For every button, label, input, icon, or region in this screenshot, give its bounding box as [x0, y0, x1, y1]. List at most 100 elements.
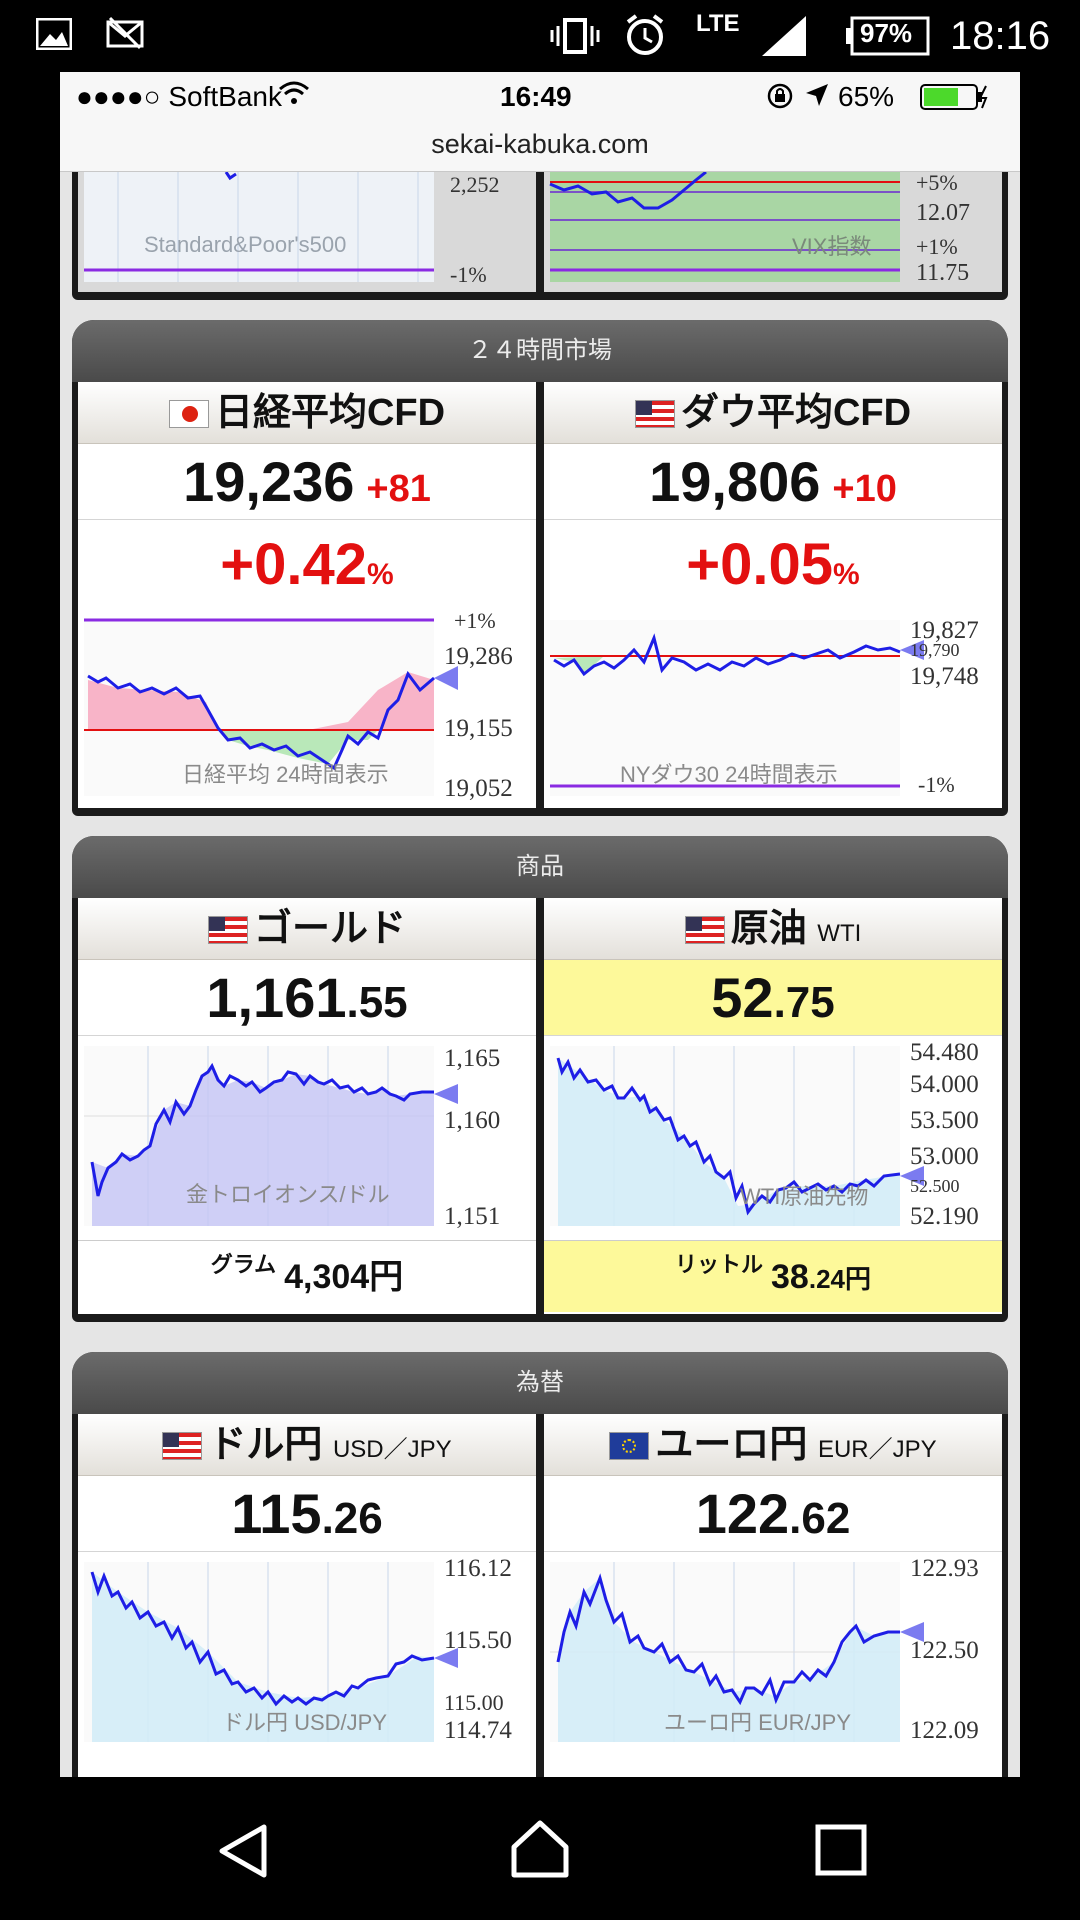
ios-clock: 16:49 — [500, 81, 572, 112]
card-sp500[interactable]: Standard&Poor's500 2,252 -1% — [78, 171, 536, 292]
back-icon — [219, 1824, 267, 1878]
svg-text:115.00: 115.00 — [444, 1690, 504, 1715]
usa-flag-icon — [684, 916, 725, 944]
android-status-bar: LTE 97% 18:16 — [0, 0, 1080, 72]
svg-text:54.000: 54.000 — [910, 1071, 979, 1098]
section-title-24h: ２４時間市場 — [72, 320, 1008, 382]
svg-text:52.500: 52.500 — [910, 1176, 960, 1196]
dow-cfd-change: +10 — [832, 468, 897, 510]
card-dow-cfd[interactable]: ダウ平均CFD 19,806 +10 +0.05% NYダウ30 24時間表示 … — [544, 382, 1002, 808]
dow-cfd-chart: NYダウ30 24時間表示 19,827 19,790 19,748 -1% — [544, 610, 1002, 806]
section-title-fx: 為替 — [72, 1352, 1008, 1414]
usdjpy-title: ドル円 USD／JPY — [78, 1414, 536, 1476]
dow-cfd-price: 19,806 +10 — [544, 444, 1002, 520]
section-24h-market: ２４時間市場 日経平均CFD 19,236 +81 +0.42% 日経平均 24… — [72, 320, 1008, 816]
gold-title: ゴールド — [78, 898, 536, 960]
svg-text:1,165: 1,165 — [444, 1045, 500, 1072]
svg-text:19,790: 19,790 — [910, 640, 960, 660]
gold-unit-price: グラム 4,304円 — [78, 1240, 536, 1312]
recents-icon — [815, 1824, 867, 1876]
svg-text:12.07: 12.07 — [916, 200, 970, 226]
dow-cfd-percent: +0.05% — [686, 532, 860, 597]
svg-text:53.500: 53.500 — [910, 1107, 979, 1134]
nikkei-cfd-chart: 日経平均 24時間表示 +1% 19,286 19,155 19,052 — [78, 610, 536, 806]
svg-text:19,286: 19,286 — [444, 643, 513, 670]
battery-percent: 97% — [860, 18, 913, 48]
android-clock: 18:16 — [950, 14, 1051, 58]
gallery-icon — [35, 17, 73, 55]
crude-oil-unit-price: リットル 38.24円 — [544, 1240, 1002, 1312]
nikkei-cfd-percent: +0.42% — [220, 532, 394, 597]
svg-text:122.50: 122.50 — [910, 1637, 979, 1664]
svg-text:+5%: +5% — [916, 172, 958, 195]
section-fx: 為替 ドル円 USD／JPY 115.26 ドル円 USD/JPY 116.12… — [72, 1352, 1008, 1777]
svg-text:19,155: 19,155 — [444, 715, 513, 742]
ios-battery-percent: 65% — [838, 81, 895, 112]
svg-text:1,151: 1,151 — [444, 1203, 500, 1230]
usa-flag-icon — [634, 400, 675, 428]
eu-flag-icon — [609, 1432, 650, 1460]
svg-text:+1%: +1% — [916, 234, 958, 259]
chart-sp500: Standard&Poor's500 2,252 -1% — [84, 171, 500, 287]
eurjpy-watermark: ユーロ円 EUR/JPY — [664, 1710, 851, 1735]
usdjpy-chart: ドル円 USD/JPY 116.12 115.50 115.00 114.74 — [78, 1552, 536, 1742]
gold-watermark: 金トロイオンス/ドル — [186, 1182, 390, 1207]
recents-button[interactable] — [814, 1823, 868, 1882]
back-button[interactable] — [214, 1821, 274, 1886]
rotation-lock-icon — [766, 82, 794, 117]
ios-status-bar: ●●●●○ SoftBank 16:49 65% — [60, 72, 1020, 122]
section-us-indices: Standard&Poor's500 2,252 -1% VIX指数 +5% 1… — [72, 170, 1008, 300]
gold-chart: 金トロイオンス/ドル 1,165 1,160 1,151 — [78, 1036, 536, 1240]
svg-text:54.480: 54.480 — [910, 1039, 979, 1066]
svg-text:-1%: -1% — [450, 262, 487, 287]
crude-oil-price: 52.75 — [544, 960, 1002, 1036]
vibrate-icon — [548, 16, 602, 61]
page-content: Standard&Poor's500 2,252 -1% VIX指数 +5% 1… — [60, 170, 1020, 1777]
eurjpy-price: 122.62 — [544, 1476, 1002, 1552]
section-commodities: 商品 ゴールド 1,161.55 金トロイオンス/ドル 1,165 1,160 … — [72, 836, 1008, 1322]
signal-icon — [760, 14, 810, 63]
card-crude-oil[interactable]: 原油 WTI 52.75 WTI原油先物 54.480 54.000 53.50… — [544, 898, 1002, 1314]
nikkei-cfd-change: +81 — [366, 468, 431, 510]
address-bar[interactable]: sekai-kabuka.com — [60, 122, 1020, 172]
dow-cfd-title: ダウ平均CFD — [544, 382, 1002, 444]
gold-price: 1,161.55 — [78, 960, 536, 1036]
chart-vix: VIX指数 +5% 12.07 +1% 11.75 — [549, 170, 970, 286]
sp500-watermark: Standard&Poor's500 — [144, 232, 346, 257]
svg-text:2,252: 2,252 — [450, 172, 500, 197]
section-title-commodities: 商品 — [72, 836, 1008, 898]
crude-oil-title: 原油 WTI — [544, 898, 1002, 960]
svg-text:116.12: 116.12 — [444, 1555, 512, 1582]
usa-flag-icon — [207, 916, 248, 944]
mail-off-icon — [106, 16, 144, 55]
japan-flag-icon — [168, 400, 209, 428]
card-nikkei-cfd[interactable]: 日経平均CFD 19,236 +81 +0.42% 日経平均 24時間表示 +1… — [78, 382, 536, 808]
svg-text:19,052: 19,052 — [444, 775, 513, 802]
svg-text:53.000: 53.000 — [910, 1143, 979, 1170]
card-gold[interactable]: ゴールド 1,161.55 金トロイオンス/ドル 1,165 1,160 1,1… — [78, 898, 536, 1314]
alarm-icon — [622, 12, 668, 63]
dow-cfd-watermark: NYダウ30 24時間表示 — [620, 762, 838, 787]
svg-text:-1%: -1% — [918, 772, 955, 797]
location-icon — [804, 82, 830, 115]
svg-text:122.93: 122.93 — [910, 1555, 979, 1582]
card-vix[interactable]: VIX指数 +5% 12.07 +1% 11.75 — [544, 170, 1002, 292]
home-button[interactable] — [508, 1817, 572, 1886]
crude-oil-chart: WTI原油先物 54.480 54.000 53.500 53.000 52.5… — [544, 1036, 1002, 1240]
phone-screen: ●●●●○ SoftBank 16:49 65% sekai-kabuka.co… — [60, 72, 1020, 1777]
nikkei-cfd-title: 日経平均CFD — [78, 382, 536, 444]
eurjpy-title: ユーロ円 EUR／JPY — [544, 1414, 1002, 1476]
wifi-icon — [278, 80, 310, 113]
svg-text:+1%: +1% — [454, 610, 496, 633]
ios-battery-icon — [920, 84, 990, 117]
ios-carrier: ●●●●○ SoftBank — [76, 81, 282, 112]
card-usdjpy[interactable]: ドル円 USD／JPY 115.26 ドル円 USD/JPY 116.12 11… — [78, 1414, 536, 1777]
eurjpy-chart: ユーロ円 EUR/JPY 122.93 122.50 122.09 — [544, 1552, 1002, 1742]
home-icon — [511, 1820, 569, 1878]
nikkei-cfd-watermark: 日経平均 24時間表示 — [182, 762, 389, 787]
android-nav-bar — [0, 1777, 1080, 1920]
svg-text:122.09: 122.09 — [910, 1717, 979, 1742]
lte-label: LTE — [696, 10, 740, 37]
card-eurjpy[interactable]: ユーロ円 EUR／JPY 122.62 ユーロ円 EUR/JPY 122.93 — [544, 1414, 1002, 1777]
usdjpy-price: 115.26 — [78, 1476, 536, 1552]
